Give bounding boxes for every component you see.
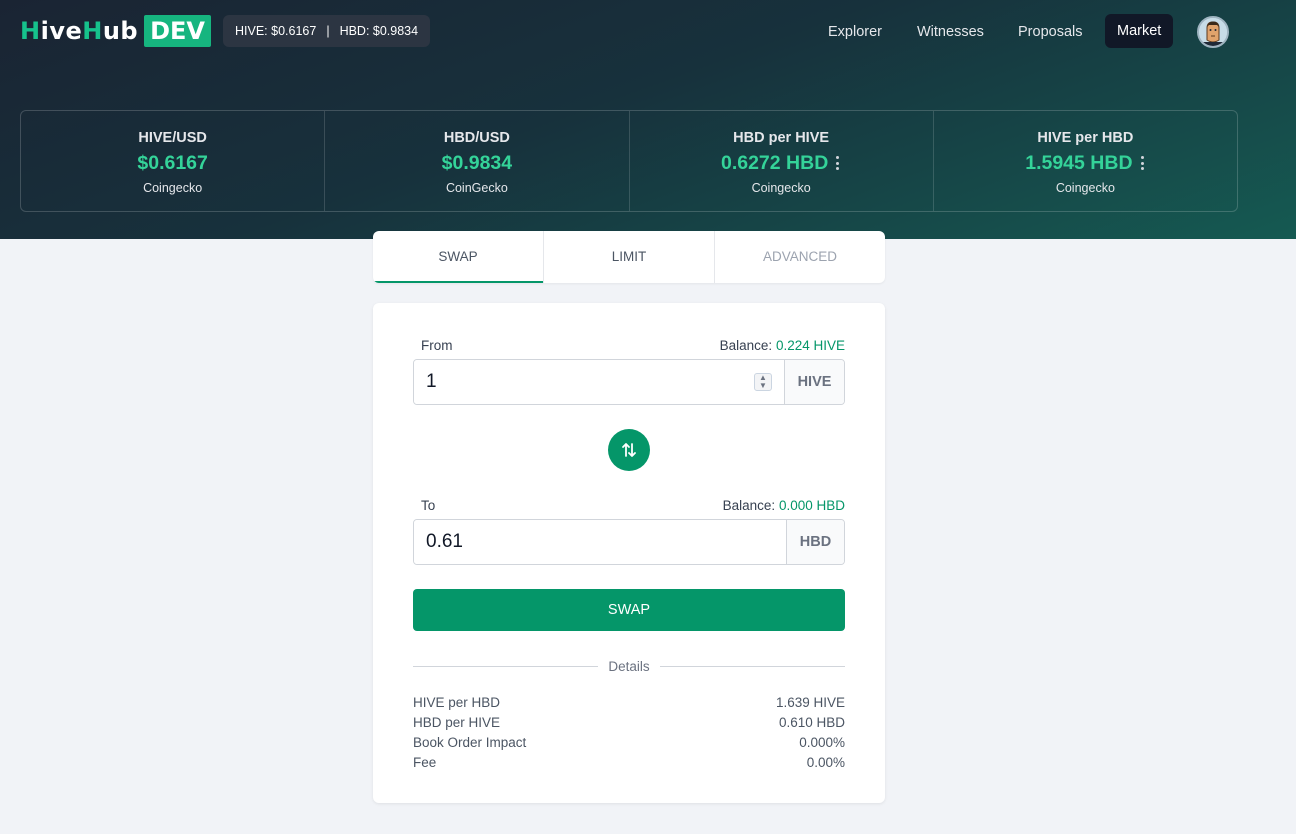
market-tabs: SWAP LIMIT ADVANCED	[373, 231, 885, 283]
swap-button[interactable]: SWAP	[413, 589, 845, 631]
detail-row: HBD per HIVE 0.610 HBD	[413, 713, 845, 733]
from-amount-input[interactable]	[414, 360, 784, 404]
from-balance: Balance: 0.224 HIVE	[719, 338, 845, 353]
ticker-hive: HIVE: $0.6167	[235, 24, 317, 38]
to-amount-input[interactable]	[414, 520, 786, 564]
stat-value: 0.6272 HBD	[720, 151, 829, 174]
stat-label: HBD per HIVE	[733, 130, 830, 146]
to-currency: HBD	[786, 520, 844, 564]
nav-proposals[interactable]: Proposals	[1006, 15, 1094, 49]
detail-value: 1.639 HIVE	[775, 695, 845, 710]
stat-hive-usd: HIVE/USD $0.6167 Coingecko	[21, 111, 326, 211]
detail-label: HBD per HIVE	[413, 715, 501, 730]
from-input-group: ▲▼ HIVE	[413, 359, 845, 405]
stat-source: Coingecko	[1055, 181, 1115, 195]
stat-hbd-per-hive: HBD per HIVE 0.6272 HBD Coingecko	[630, 111, 934, 211]
stat-source: Coingecko	[751, 181, 811, 195]
detail-value: 0.000%	[799, 735, 845, 750]
stat-value: $0.9834	[441, 151, 513, 174]
nav-witnesses[interactable]: Witnesses	[905, 15, 996, 49]
swap-card: From Balance: 0.224 HIVE ▲▼ HIVE To Bala…	[373, 303, 885, 803]
tab-limit[interactable]: LIMIT	[544, 231, 715, 283]
more-options-icon[interactable]	[1139, 154, 1146, 172]
avatar-face-icon	[1199, 18, 1227, 46]
to-input-group: HBD	[413, 519, 845, 565]
details-divider: Details	[413, 657, 846, 675]
from-currency: HIVE	[784, 360, 844, 404]
from-balance-value: 0.224 HIVE	[775, 338, 845, 353]
swap-arrows-icon	[622, 443, 636, 457]
detail-row: HIVE per HBD 1.639 HIVE	[413, 693, 845, 713]
to-balance: Balance: 0.000 HBD	[722, 498, 845, 513]
swap-details: HIVE per HBD 1.639 HIVE HBD per HIVE 0.6…	[413, 693, 845, 773]
stat-label: HIVE per HBD	[1037, 130, 1134, 146]
detail-value: 0.610 HBD	[778, 715, 845, 730]
stat-label: HIVE/USD	[138, 130, 207, 146]
stat-source: CoinGecko	[445, 181, 508, 195]
stat-hive-per-hbd: HIVE per HBD 1.5945 HBD Coingecko	[934, 111, 1237, 211]
more-options-icon[interactable]	[834, 154, 841, 172]
hivehub-logo[interactable]: HiveHub DEV	[20, 15, 211, 47]
tab-advanced[interactable]: ADVANCED	[715, 231, 885, 283]
detail-row: Book Order Impact 0.000%	[413, 733, 845, 753]
logo-dev-badge: DEV	[144, 15, 211, 47]
detail-label: HIVE per HBD	[413, 695, 501, 710]
detail-label: Fee	[413, 755, 437, 770]
to-label: To	[421, 498, 436, 513]
stat-source: Coingecko	[143, 181, 203, 195]
stat-hbd-usd: HBD/USD $0.9834 CoinGecko	[325, 111, 630, 211]
user-avatar[interactable]	[1197, 16, 1229, 48]
nav-market[interactable]: Market	[1105, 14, 1174, 48]
swap-direction-button[interactable]	[608, 429, 650, 471]
detail-label: Book Order Impact	[413, 735, 527, 750]
detail-value: 0.00%	[806, 755, 845, 770]
tab-swap[interactable]: SWAP	[373, 231, 544, 283]
nav-explorer[interactable]: Explorer	[816, 15, 894, 49]
stat-value: $0.6167	[137, 151, 208, 174]
ticker-separator: |	[326, 24, 330, 38]
price-ticker: HIVE: $0.6167 | HBD: $0.9834	[223, 15, 431, 47]
logo-text: HiveHub	[20, 17, 139, 45]
from-header: From Balance: 0.224 HIVE	[413, 338, 845, 356]
from-label: From	[421, 338, 453, 353]
detail-row: Fee 0.00%	[413, 753, 845, 773]
stat-value: 1.5945 HBD	[1025, 151, 1133, 174]
market-stats-panel: HIVE/USD $0.6167 Coingecko HBD/USD $0.98…	[20, 110, 1238, 212]
to-balance-value: 0.000 HBD	[778, 498, 845, 513]
to-header: To Balance: 0.000 HBD	[413, 498, 845, 516]
details-label: Details	[608, 658, 650, 674]
ticker-hbd: HBD: $0.9834	[339, 24, 419, 38]
number-stepper[interactable]: ▲ ▼	[754, 373, 772, 391]
stat-label: HBD/USD	[443, 130, 510, 146]
